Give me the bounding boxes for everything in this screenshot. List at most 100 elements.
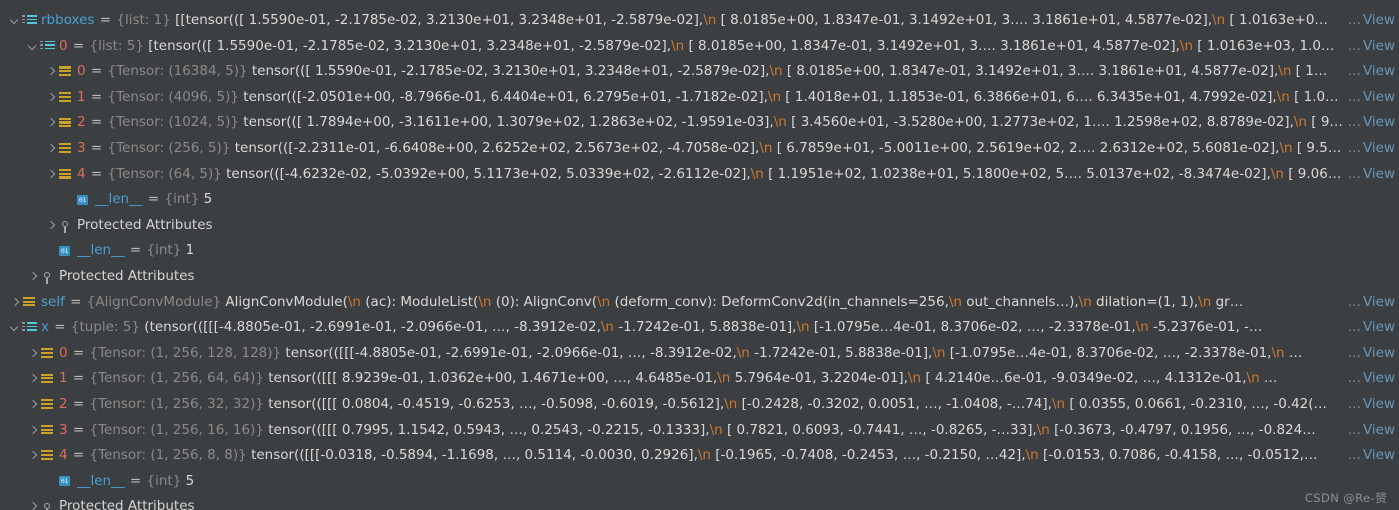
tree-row[interactable]: 3 = {Tensor: (256, 5)} tensor(([-2.2311e… <box>0 136 1399 162</box>
tree-row[interactable]: Protected Attributes <box>0 494 1399 510</box>
variable-value: (deform_conv): DeformConv2d(in_channels=… <box>610 293 949 310</box>
int-icon: 01 <box>77 194 88 205</box>
tree-row[interactable]: rbboxes = {list: 1} [[tensor(([ 1.5590e-… <box>0 8 1399 34</box>
variable-value: dilation=(1, 1), <box>1091 293 1199 310</box>
tree-row[interactable]: 01 __len__ = {int} 5 <box>0 469 1399 495</box>
escape-sequence: \n <box>796 319 810 336</box>
row-content: 2 = {Tensor: (1, 256, 32, 32)} tensor(([… <box>59 392 1347 418</box>
tree-row[interactable]: 01 __len__ = {int} 5 <box>0 187 1399 213</box>
equals-sign: = <box>86 139 107 156</box>
escape-sequence: \n <box>703 12 717 28</box>
chevron-right-icon[interactable] <box>26 366 39 392</box>
variable-value: AlignConvModule( <box>225 293 348 310</box>
variable-value: out_channels…), <box>961 293 1079 310</box>
escape-sequence: \n <box>1270 165 1284 182</box>
chevron-right-icon[interactable] <box>26 392 39 418</box>
chevron-down-icon[interactable] <box>8 315 21 341</box>
variable-type: {list: 5} <box>89 37 144 54</box>
tensor-icon <box>40 372 55 387</box>
chevron-right-icon[interactable] <box>26 443 39 469</box>
tree-row[interactable]: 1 = {Tensor: (4096, 5)} tensor(([-2.0501… <box>0 85 1399 111</box>
chevron-right-icon[interactable] <box>44 110 57 136</box>
int-icon: 01 <box>59 246 70 257</box>
variable-name: 1 <box>59 370 68 387</box>
equals-sign: = <box>86 88 107 105</box>
variable-value: [ 8.0185e+00, 1.8347e-01, 3.1492e+01, 3…… <box>716 12 1213 28</box>
tree-row[interactable]: 1 = {Tensor: (1, 256, 64, 64)} tensor(([… <box>0 366 1399 392</box>
row-content: rbboxes = {list: 1} [[tensor(([ 1.5590e-… <box>41 8 1347 34</box>
chevron-down-icon[interactable] <box>26 34 39 60</box>
tree-row[interactable]: 2 = {Tensor: (1024, 5)} tensor(([ 1.7894… <box>0 110 1399 136</box>
chevron-right-icon[interactable] <box>44 85 57 111</box>
escape-sequence: \n <box>1276 88 1290 105</box>
row-content: 3 = {Tensor: (256, 5)} tensor(([-2.2311e… <box>77 136 1347 162</box>
variables-tree[interactable]: rbboxes = {list: 1} [[tensor(([ 1.5590e-… <box>0 0 1399 510</box>
chevron-right-icon[interactable] <box>44 162 57 188</box>
variable-name: __len__ <box>77 242 125 259</box>
chevron-right-icon[interactable] <box>26 494 39 510</box>
equals-sign: = <box>86 114 107 131</box>
equals-sign: = <box>68 421 89 438</box>
variable-name: 4 <box>59 447 68 464</box>
view-link[interactable]: View <box>1363 34 1395 60</box>
variable-value: (ac): ModuleList( <box>360 293 479 310</box>
view-link[interactable]: View <box>1363 162 1395 188</box>
escape-sequence: \n <box>1246 370 1260 387</box>
tree-row[interactable]: 0 = {Tensor: (16384, 5)} tensor(([ 1.559… <box>0 59 1399 85</box>
tensor-icon <box>58 90 73 105</box>
tensor-icon <box>40 423 55 438</box>
variable-name: 0 <box>77 63 86 80</box>
chevron-right-icon[interactable] <box>44 136 57 162</box>
variable-name: 0 <box>59 37 68 54</box>
view-link[interactable]: View <box>1363 443 1395 469</box>
variable-name: 2 <box>77 114 86 131</box>
row-content: Protected Attributes <box>59 494 1395 510</box>
row-content: 0 = {Tensor: (16384, 5)} tensor(([ 1.559… <box>77 59 1347 85</box>
view-link[interactable]: View <box>1363 85 1395 111</box>
variable-value: [ 0.7821, 0.6093, -0.7441, …, -0.8265, -… <box>722 421 1037 438</box>
row-content: 0 = {Tensor: (1, 256, 128, 128)} tensor(… <box>59 341 1347 367</box>
variable-value: [[tensor(([ 1.5590e-01, -2.1785e-02, 3.2… <box>175 12 704 28</box>
tree-row[interactable]: self = {AlignConvModule} AlignConvModule… <box>0 290 1399 316</box>
chevron-right-icon[interactable] <box>44 213 57 239</box>
variable-type: {tuple: 5} <box>70 319 140 336</box>
variable-value: [ 1.0163e+03, 1.0… <box>1193 37 1335 54</box>
view-link[interactable]: View <box>1363 315 1395 341</box>
row-content: __len__ = {int} 5 <box>95 187 1395 213</box>
variable-name: self <box>41 293 65 310</box>
equals-sign: = <box>50 319 70 336</box>
tree-row[interactable]: 3 = {Tensor: (1, 256, 16, 16)} tensor(([… <box>0 418 1399 444</box>
tree-row[interactable]: 4 = {Tensor: (1, 256, 8, 8)} tensor(([[[… <box>0 443 1399 469</box>
tree-row[interactable] <box>0 0 1399 8</box>
escape-sequence: \n <box>773 114 787 131</box>
chevron-right-icon[interactable] <box>8 290 21 316</box>
tree-row[interactable]: 0 = {list: 5} [tensor(([ 1.5590e-01, -2.… <box>0 34 1399 60</box>
tree-row[interactable]: 0 = {Tensor: (1, 256, 128, 128)} tensor(… <box>0 341 1399 367</box>
variable-value: -1.7242e-01, 5.8838e-01], <box>749 344 933 361</box>
view-link[interactable]: View <box>1363 290 1395 316</box>
view-link[interactable]: View <box>1363 392 1395 418</box>
chevron-right-icon[interactable] <box>26 264 39 290</box>
escape-sequence: \n <box>671 37 685 54</box>
view-link[interactable]: View <box>1363 59 1395 85</box>
chevron-right-icon[interactable] <box>44 59 57 85</box>
chevron-right-icon[interactable] <box>26 418 39 444</box>
tree-row[interactable]: 2 = {Tensor: (1, 256, 32, 32)} tensor(([… <box>0 392 1399 418</box>
tree-row[interactable]: 01 __len__ = {int} 1 <box>0 238 1399 264</box>
view-link[interactable]: View <box>1363 110 1395 136</box>
tree-row[interactable]: Protected Attributes <box>0 264 1399 290</box>
view-link[interactable]: View <box>1363 418 1395 444</box>
view-link[interactable]: View <box>1363 366 1395 392</box>
tree-row[interactable]: x = {tuple: 5} (tensor(([[[-4.8805e-01, … <box>0 315 1399 341</box>
variable-value: tensor(([[[-0.0318, -0.5894, -1.1698, …,… <box>251 447 698 464</box>
view-link[interactable]: View <box>1363 8 1395 34</box>
tree-row[interactable]: 4 = {Tensor: (64, 5)} tensor(([-4.6232e-… <box>0 162 1399 188</box>
variable-value: 5.7964e-01, 3.2204e-01], <box>730 370 908 387</box>
chevron-right-icon[interactable] <box>26 341 39 367</box>
variable-name: 2 <box>59 395 68 412</box>
chevron-down-icon[interactable] <box>8 8 21 34</box>
view-link[interactable]: View <box>1363 136 1395 162</box>
view-link[interactable]: View <box>1363 341 1395 367</box>
tree-row[interactable]: Protected Attributes <box>0 213 1399 239</box>
key-icon <box>40 269 55 285</box>
